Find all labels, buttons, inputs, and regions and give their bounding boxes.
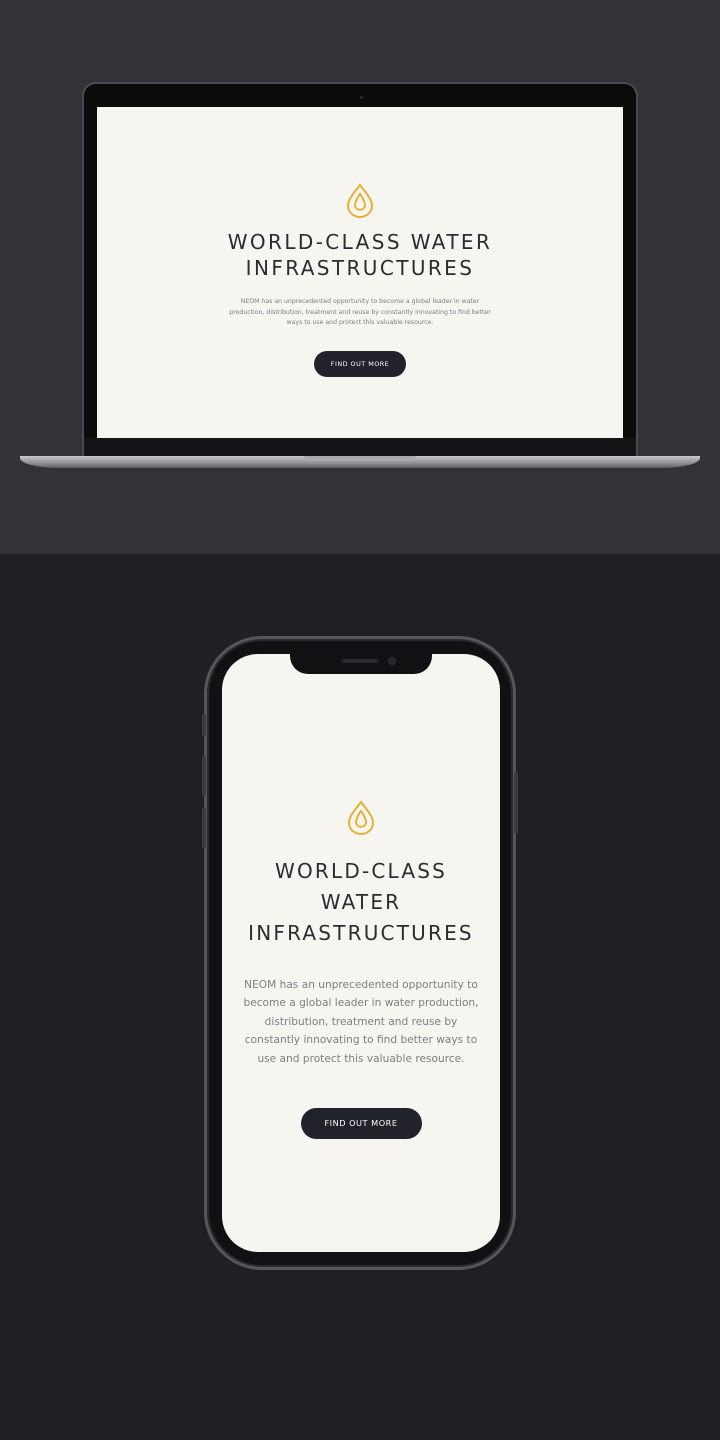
find-out-more-button[interactable]: FIND OUT MORE bbox=[300, 1108, 422, 1140]
laptop-lid: WORLD-CLASS WATER INFRASTRUCTURES NEOM h… bbox=[82, 82, 638, 458]
body-line: distribution, treatment and reuse by bbox=[264, 1015, 458, 1028]
body-line: ways to use and protect this valuable re… bbox=[286, 319, 434, 326]
hero-section: WORLD-CLASS WATER INFRASTRUCTURES NEOM h… bbox=[97, 183, 623, 377]
phone-volume-down-button bbox=[202, 808, 206, 848]
laptop-hinge-notch bbox=[304, 456, 416, 461]
phone-power-button bbox=[514, 772, 518, 834]
body-line: production, distribution, treatment and … bbox=[229, 308, 491, 316]
hero-description: NEOM has an unprecedented opportunity to… bbox=[225, 297, 495, 329]
title-line: WORLD-CLASS WATER bbox=[227, 230, 493, 254]
laptop-bottom-bezel bbox=[84, 438, 636, 458]
body-line: constantly innovating to find better way… bbox=[244, 1034, 478, 1047]
phone-volume-up-button bbox=[202, 756, 206, 796]
body-line: NEOM has an unprecedented opportunity to… bbox=[240, 298, 480, 305]
phone-speaker bbox=[342, 659, 378, 663]
phone-mute-switch bbox=[202, 714, 206, 736]
title-line: INFRASTRUCTURES bbox=[248, 921, 474, 945]
phone-screen: WORLD-CLASS WATER INFRASTRUCTURES NEOM h… bbox=[222, 654, 500, 1252]
water-drop-icon bbox=[347, 800, 375, 835]
title-line: WATER bbox=[320, 890, 402, 914]
title-line: INFRASTRUCTURES bbox=[245, 256, 475, 280]
hero-description: NEOM has an unprecedented opportunity to… bbox=[235, 976, 487, 1068]
body-line: use and protect this valuable resource. bbox=[257, 1052, 465, 1065]
laptop-camera bbox=[360, 96, 363, 99]
phone-notch bbox=[290, 650, 432, 674]
page-title: WORLD-CLASS WATER INFRASTRUCTURES bbox=[97, 229, 623, 281]
phone-front-camera bbox=[388, 657, 396, 665]
hero-section: WORLD-CLASS WATER INFRASTRUCTURES NEOM h… bbox=[222, 800, 500, 1140]
find-out-more-button[interactable]: FIND OUT MORE bbox=[314, 350, 406, 377]
water-drop-icon bbox=[346, 183, 374, 218]
body-line: NEOM has an unprecedented opportunity to bbox=[244, 979, 478, 991]
body-line: become a global leader in water producti… bbox=[243, 997, 479, 1010]
title-line: WORLD-CLASS bbox=[274, 859, 447, 883]
page-title: WORLD-CLASS WATER INFRASTRUCTURES bbox=[222, 856, 500, 949]
laptop-screen: WORLD-CLASS WATER INFRASTRUCTURES NEOM h… bbox=[97, 107, 623, 438]
